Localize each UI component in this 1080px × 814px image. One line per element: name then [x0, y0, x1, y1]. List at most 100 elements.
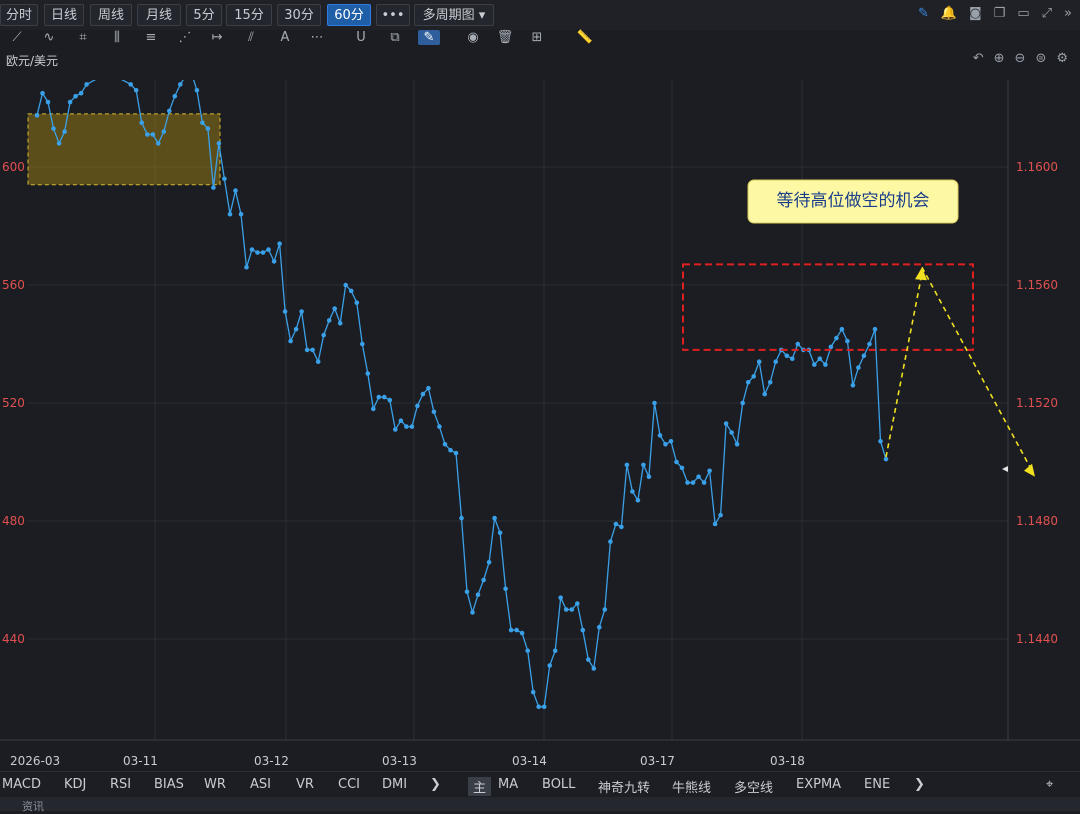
- reset-icon[interactable]: ⊜: [1035, 51, 1046, 66]
- more-button[interactable]: •••: [376, 4, 410, 26]
- price-point: [360, 341, 365, 347]
- price-point: [238, 211, 244, 217]
- indicator-tab[interactable]: VR: [296, 777, 314, 792]
- footer-label[interactable]: 资讯: [22, 798, 44, 814]
- timeframe-button[interactable]: 30分: [277, 4, 321, 26]
- ruler-icon[interactable]: 📏: [574, 30, 596, 45]
- y-tick-label-right: 1.1560: [1016, 278, 1058, 292]
- symbol-row: 欧元/美元: [0, 50, 1080, 68]
- timeframe-button[interactable]: 15分: [226, 4, 272, 26]
- indicator-tab[interactable]: ASI: [250, 777, 271, 792]
- price-point: [729, 430, 734, 435]
- price-point: [84, 82, 89, 87]
- price-point: [850, 383, 856, 388]
- price-point: [354, 300, 360, 305]
- eye-icon[interactable]: ◉: [462, 30, 484, 45]
- price-point: [376, 394, 382, 400]
- grid-icon[interactable]: ⊞: [526, 30, 548, 45]
- price-point: [668, 439, 674, 444]
- indicator-tab[interactable]: BOLL: [542, 777, 575, 792]
- price-point: [244, 265, 249, 270]
- bars-tool-icon[interactable]: ⫼: [106, 30, 128, 45]
- price-point: [547, 663, 552, 668]
- price-point: [304, 347, 310, 353]
- price-point: [260, 250, 266, 255]
- indicator-tab[interactable]: CCI: [338, 777, 360, 792]
- timeframe-button[interactable]: 分时: [0, 4, 38, 26]
- price-point: [602, 607, 608, 612]
- indicator-tab[interactable]: 神奇九转: [598, 777, 650, 796]
- polyline-tool-icon[interactable]: ∿: [38, 30, 60, 45]
- expand-icon[interactable]: ⤢: [1042, 6, 1052, 21]
- indicator-tab[interactable]: DMI: [382, 777, 407, 792]
- location-icon[interactable]: ⌖: [1046, 777, 1053, 792]
- copy-icon[interactable]: ❐: [994, 6, 1006, 21]
- undo-icon[interactable]: ↶: [973, 51, 984, 66]
- indicator-tab[interactable]: MA: [498, 777, 518, 792]
- indicator-tab[interactable]: 多空线: [734, 777, 773, 796]
- trash-icon[interactable]: 🗑: [494, 30, 516, 45]
- collapse-icon[interactable]: »: [1064, 6, 1072, 21]
- price-chart[interactable]: 1.1600 600 1.1560 560 1.1520 520 1.1480 480 1.14…: [0, 80, 1080, 771]
- timeframe-button[interactable]: 周线: [90, 4, 132, 26]
- price-point: [222, 176, 227, 182]
- fan-tool-icon[interactable]: ⋰: [174, 30, 196, 45]
- timeframe-button[interactable]: 日线: [44, 4, 84, 26]
- price-point: [856, 365, 861, 370]
- draw-mode-icon[interactable]: ✎: [418, 30, 440, 45]
- price-point: [194, 88, 200, 93]
- indicator-right-arrow-icon[interactable]: ❯: [914, 777, 925, 792]
- price-point: [834, 335, 839, 341]
- price-point: [740, 400, 745, 406]
- price-point: [233, 188, 238, 193]
- indicator-tab[interactable]: MACD: [2, 777, 41, 792]
- y-tick-label-right: 1.1440: [1016, 632, 1058, 646]
- zoom-in-icon[interactable]: ⊕: [994, 51, 1005, 66]
- indicator-tab[interactable]: 主: [468, 777, 492, 796]
- camera-icon[interactable]: ◙: [969, 6, 982, 21]
- price-point: [723, 421, 729, 426]
- price-point: [337, 321, 343, 326]
- crop-tool-icon[interactable]: ⌗: [72, 30, 94, 45]
- screen-icon[interactable]: ▭: [1017, 6, 1029, 21]
- indicator-left-arrow-icon[interactable]: ❯: [430, 777, 441, 792]
- multi-period-button[interactable]: 多周期图 ▾: [414, 4, 494, 26]
- layers-icon[interactable]: ⧉: [384, 30, 406, 45]
- price-point: [78, 90, 84, 96]
- pencil-icon[interactable]: ✎: [918, 6, 929, 21]
- more-tools-icon[interactable]: ⋯: [306, 30, 328, 45]
- price-point: [431, 409, 437, 415]
- fib-tool-icon[interactable]: ≡: [140, 30, 162, 45]
- pitchfork-tool-icon[interactable]: ⫽: [240, 30, 262, 45]
- y-tick-label-left: 600: [2, 160, 25, 174]
- price-point: [767, 380, 773, 385]
- indicator-tab[interactable]: WR: [204, 777, 226, 792]
- symbol-label[interactable]: 欧元/美元: [6, 52, 58, 69]
- settings-icon[interactable]: ⚙: [1056, 51, 1068, 66]
- timeframe-button[interactable]: 月线: [137, 4, 181, 26]
- timeframe-button[interactable]: 5分: [186, 4, 222, 26]
- bell-icon[interactable]: 🔔: [941, 6, 957, 21]
- price-point: [525, 648, 530, 654]
- indicator-tab[interactable]: KDJ: [64, 777, 86, 792]
- text-tool-icon[interactable]: A: [274, 30, 296, 45]
- magnet-icon[interactable]: U: [350, 30, 372, 45]
- price-point: [795, 341, 801, 347]
- indicator-tab[interactable]: 牛熊线: [672, 777, 711, 796]
- price-point: [812, 362, 817, 367]
- indicator-tab[interactable]: ENE: [864, 777, 890, 792]
- measure-tool-icon[interactable]: ↦: [206, 30, 228, 45]
- x-tick-label: 03-18: [770, 754, 805, 768]
- indicator-tab[interactable]: EXPMA: [796, 777, 841, 792]
- y-tick-label-right: 1.1600: [1016, 160, 1058, 174]
- price-point: [657, 433, 663, 438]
- timeframe-button[interactable]: 60分: [327, 4, 371, 26]
- price-point: [393, 427, 398, 432]
- y-tick-label-right: 1.1480: [1016, 514, 1058, 528]
- line-tool-icon[interactable]: ⟋: [6, 30, 28, 45]
- indicator-tab[interactable]: BIAS: [154, 777, 184, 792]
- indicator-tab[interactable]: RSI: [110, 777, 131, 792]
- zoom-out-icon[interactable]: ⊖: [1015, 51, 1026, 66]
- price-point: [326, 318, 332, 323]
- top-right-icons: ✎ 🔔 ◙ ❐ ▭ ⤢ »: [918, 6, 1072, 21]
